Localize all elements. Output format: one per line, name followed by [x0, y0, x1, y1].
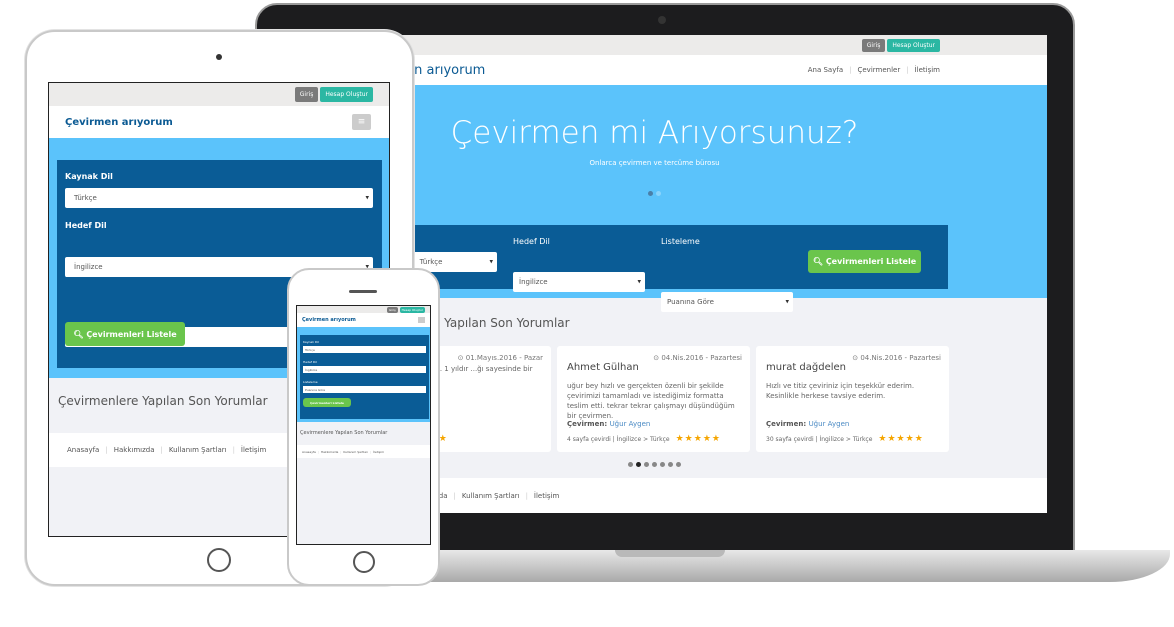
tablet-camera-icon: [216, 54, 222, 60]
review-page-dot[interactable]: [644, 462, 649, 467]
reviewer-name: murat dağdelen: [766, 362, 847, 373]
menu-icon[interactable]: [418, 317, 425, 323]
review-date: ⊙ 04.Nis.2016 - Pazartesi: [653, 354, 742, 362]
review-card: ⊙ 04.Nis.2016 - Pazartesi murat dağdelen…: [756, 346, 949, 452]
review-text: Hızlı ve titiz çeviriniz için teşekkür e…: [766, 382, 915, 400]
footer-link[interactable]: Kullanım Şartları: [343, 450, 368, 454]
camera-icon: [658, 16, 666, 24]
review-page-dot[interactable]: [676, 462, 681, 467]
separator: |: [340, 449, 342, 454]
review-meta: 30 sayfa çevirdi | İngilizce > Türkçe: [766, 435, 873, 443]
clock-icon: ⊙: [457, 354, 464, 362]
footer: Anasayfa|Hakkımızda|Kullanım Şartları|İl…: [297, 445, 430, 458]
clock-icon: ⊙: [653, 354, 660, 362]
signup-button[interactable]: Hesap Oluştur: [320, 87, 373, 102]
search-panel: Kaynak Dil Türkçe Hedef Dil İngilizce Li…: [360, 225, 948, 312]
search-icon: 🔍︎: [73, 329, 87, 339]
slide-dot[interactable]: [656, 191, 661, 196]
review-date: ⊙ 01.Mayıs.2016 - Pazar: [457, 354, 543, 362]
source-label: Kaynak Dil: [303, 340, 319, 344]
list-translators-button[interactable]: 🔍︎ Çevirmenleri Listele: [808, 250, 921, 273]
separator: |: [317, 449, 319, 454]
source-label: Kaynak Dil: [65, 172, 113, 181]
footer-link[interactable]: Anasayfa: [302, 450, 316, 454]
review-page-dot[interactable]: [628, 462, 633, 467]
footer-link[interactable]: İletişim: [373, 450, 384, 454]
phone-screen: Giriş Hesap Oluştur Çevirmen arıyorum Ka…: [296, 305, 431, 545]
separator: |: [453, 491, 456, 500]
review-page-dot[interactable]: [652, 462, 657, 467]
footer-link[interactable]: Hakkımızda: [114, 446, 155, 454]
source-select[interactable]: Türkçe: [65, 188, 373, 208]
list-translators-button[interactable]: Çevirmenleri Listele: [303, 398, 351, 407]
target-label: Hedef Dil: [513, 237, 550, 246]
footer-link[interactable]: Kullanım Şartları: [169, 446, 227, 454]
review-translator: Çevirmen: Uğur Aygen: [766, 420, 850, 428]
login-button[interactable]: Giriş: [386, 306, 398, 313]
footer-link[interactable]: Kullanım Şartları: [462, 492, 520, 500]
login-button[interactable]: Giriş: [861, 38, 886, 52]
phone-home-button[interactable]: [353, 551, 375, 573]
logo[interactable]: Çevirmen arıyorum: [302, 317, 356, 323]
footer-link[interactable]: Anasayfa: [67, 446, 99, 454]
review-translator: Çevirmen: Uğur Aygen: [567, 420, 651, 428]
nav-translators[interactable]: Çevirmenler: [857, 66, 900, 74]
slide-dot[interactable]: [648, 191, 653, 196]
review-meta: 4 sayfa çevirdi | İngilizce > Türkçe: [567, 435, 670, 443]
clock-icon: ⊙: [852, 354, 859, 362]
footer-link[interactable]: İletişim: [241, 446, 266, 454]
reviewer-name: Ahmet Gülhan: [567, 362, 639, 373]
target-select[interactable]: İngilizce: [303, 366, 426, 373]
signup-button[interactable]: Hesap Oluştur: [887, 38, 940, 52]
sort-select[interactable]: Puanına Göre: [303, 386, 426, 393]
review-date: ⊙ 04.Nis.2016 - Pazartesi: [852, 354, 941, 362]
separator: |: [232, 446, 235, 454]
signup-button[interactable]: Hesap Oluştur: [399, 306, 425, 313]
tablet-home-button[interactable]: [207, 548, 231, 572]
target-select[interactable]: İngilizce: [513, 272, 645, 292]
nav-home[interactable]: Ana Sayfa: [808, 66, 843, 74]
separator: |: [525, 491, 528, 500]
separator: |: [160, 446, 163, 454]
separator: |: [370, 449, 372, 454]
target-label: Hedef Dil: [65, 221, 107, 230]
search-icon: 🔍︎: [812, 257, 826, 266]
logo[interactable]: Çevirmen arıyorum: [65, 117, 173, 128]
footer-link[interactable]: Hakkımızda: [321, 450, 338, 454]
star-rating: ★★★★★: [675, 434, 721, 444]
review-page-dot[interactable]: [660, 462, 665, 467]
translator-link[interactable]: Uğur Aygen: [809, 420, 850, 428]
review-page-dot[interactable]: [636, 462, 641, 467]
review-card: ⊙ 04.Nis.2016 - Pazartesi Ahmet Gülhan u…: [557, 346, 750, 452]
phone-speaker: [349, 290, 377, 293]
menu-icon[interactable]: ≡: [352, 114, 371, 130]
sort-label: Listeleme: [661, 237, 700, 246]
target-label: Hedef Dil: [303, 360, 317, 364]
translator-link[interactable]: Uğur Aygen: [610, 420, 651, 428]
nav-contact[interactable]: İletişim: [915, 66, 940, 74]
source-select[interactable]: Türkçe: [303, 346, 426, 353]
list-translators-button[interactable]: 🔍︎ Çevirmenleri Listele: [65, 322, 185, 346]
review-page-dot[interactable]: [668, 462, 673, 467]
review-text: uğur bey hızlı ve gerçekten özenli bir ş…: [567, 382, 735, 420]
separator: |: [105, 446, 108, 454]
footer-link[interactable]: İletişim: [534, 492, 559, 500]
login-button[interactable]: Giriş: [294, 87, 319, 102]
star-rating: ★★★★★: [878, 434, 924, 444]
laptop-notch: [615, 550, 725, 557]
sort-label: Listeleme: [65, 270, 109, 279]
sort-label: Listeleme: [303, 380, 318, 384]
reviews-title: Çevirmenlere Yapılan Son Yorumlar: [300, 430, 388, 436]
